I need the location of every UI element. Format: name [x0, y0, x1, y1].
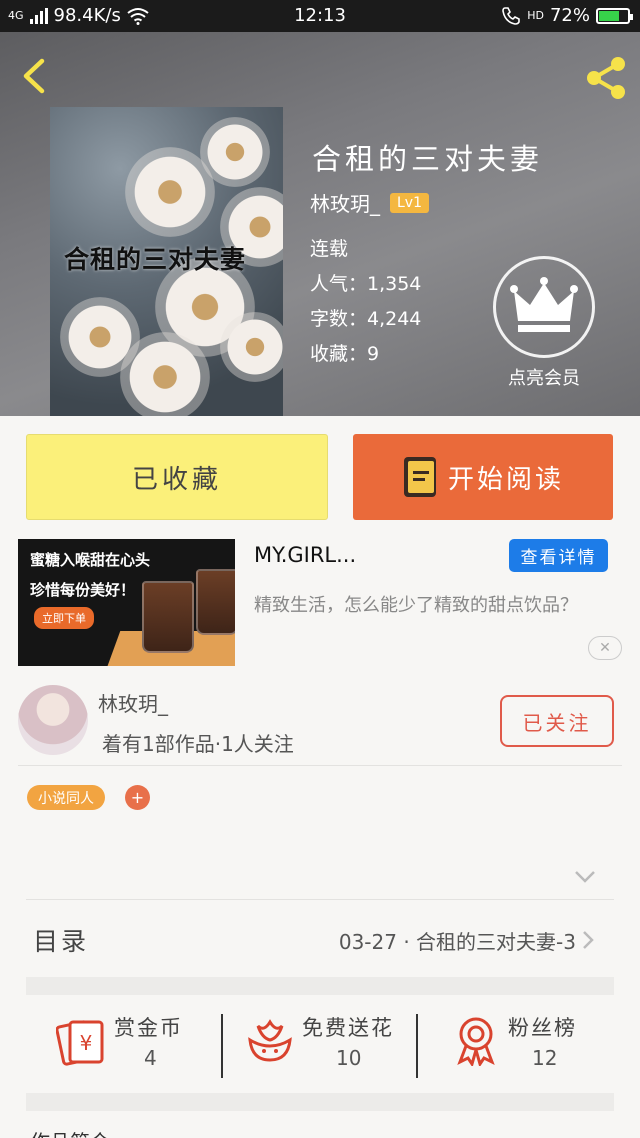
- svg-text:¥: ¥: [80, 1031, 93, 1055]
- section-band: [26, 1093, 614, 1111]
- divider: [221, 1014, 223, 1078]
- serial-status: 连载: [310, 238, 349, 260]
- red-envelope-icon: ¥: [56, 1020, 104, 1066]
- hd-label: HD: [527, 9, 544, 22]
- tag-item[interactable]: 小说同人: [27, 785, 105, 810]
- divider: [18, 765, 622, 766]
- vip-button[interactable]: [493, 256, 595, 358]
- divider: [416, 1014, 418, 1078]
- ad-cup: [196, 569, 235, 635]
- stat-label: 免费送花: [302, 1016, 394, 1040]
- cover-flower: [220, 312, 283, 382]
- section-band: [26, 977, 614, 995]
- toc-label[interactable]: 目录: [33, 922, 89, 958]
- start-reading-button[interactable]: 开始阅读: [353, 434, 613, 520]
- award-ribbon-icon: [457, 1017, 495, 1066]
- status-bar: 4G 98.4K/s 12:13 HD 72%: [0, 0, 640, 32]
- author-works: 着有1部作品·1人关注: [102, 732, 294, 756]
- level-badge: Lv1: [390, 192, 429, 213]
- author-name-secondary[interactable]: 林玫玥_: [98, 688, 168, 717]
- stat-label: 粉丝榜: [508, 1016, 577, 1040]
- crown-icon: [510, 277, 578, 332]
- stat-label: 赏金币: [114, 1016, 183, 1040]
- ad-image-line2: 珍惜每份美好！: [30, 581, 136, 599]
- phone-icon: [502, 6, 521, 25]
- ad-title[interactable]: MY.GIRL...: [254, 543, 356, 567]
- divider: [26, 899, 614, 900]
- following-button[interactable]: 已关注: [500, 695, 614, 747]
- cover-flower: [200, 117, 270, 187]
- stat-reward-coins[interactable]: ¥ 赏金币 4: [56, 1006, 226, 1086]
- author-name[interactable]: 林玫玥_: [310, 188, 380, 217]
- stat-value: 10: [336, 1046, 362, 1070]
- author-row: 林玫玥_ Lv1: [310, 188, 429, 217]
- flower-icon: [248, 1019, 292, 1062]
- battery-percent: 72%: [549, 5, 590, 26]
- book-icon: [403, 457, 436, 497]
- favorited-label: 已收藏: [131, 464, 222, 495]
- battery-icon: [596, 7, 633, 24]
- cover-flower: [120, 332, 210, 416]
- cover-title: 合租的三对夫妻: [64, 245, 247, 274]
- synopsis-heading: 作品简介: [30, 1126, 110, 1138]
- ad-cup: [142, 581, 194, 653]
- latest-chapter[interactable]: 03-27 · 合租的三对夫妻-3: [339, 926, 576, 955]
- battery-fill: [599, 10, 620, 21]
- status-right: HD 72%: [501, 5, 633, 26]
- favorite-count: 收藏：9: [310, 343, 380, 365]
- favorited-button[interactable]: 已收藏: [26, 434, 328, 520]
- add-tag-button[interactable]: +: [125, 785, 150, 810]
- ad-image[interactable]: 蜜糖入喉甜在心头 珍惜每份美好！ 立即下单: [18, 539, 235, 666]
- word-count: 字数：4,244: [310, 308, 422, 330]
- chevron-left-icon[interactable]: [18, 58, 48, 94]
- stat-free-flowers[interactable]: 免费送花 10: [244, 1006, 424, 1086]
- popularity: 人气：1,354: [310, 273, 422, 295]
- stats-row: ¥ 赏金币 4 免费送花 10 粉丝榜 12: [26, 1006, 614, 1086]
- stat-fan-ranking[interactable]: 粉丝榜 12: [450, 1006, 614, 1086]
- book-title: 合租的三对夫妻: [312, 142, 544, 176]
- ad-description: 精致生活，怎么能少了精致的甜点饮品？: [254, 595, 578, 616]
- stat-value: 12: [532, 1046, 558, 1070]
- ad-image-line1: 蜜糖入喉甜在心头: [30, 551, 151, 569]
- share-icon[interactable]: [582, 55, 630, 101]
- ad-order-button[interactable]: 立即下单: [34, 607, 94, 629]
- book-cover[interactable]: 合租的三对夫妻: [50, 107, 283, 416]
- chevron-down-icon[interactable]: [574, 870, 596, 884]
- avatar[interactable]: [18, 685, 88, 755]
- start-reading-label: 开始阅读: [447, 464, 564, 495]
- close-icon[interactable]: ✕: [588, 636, 622, 660]
- vip-label[interactable]: 点亮会员: [480, 364, 608, 390]
- chevron-right-icon[interactable]: [581, 930, 595, 950]
- view-details-button[interactable]: 查看详情: [509, 539, 608, 572]
- stat-value: 4: [144, 1046, 157, 1070]
